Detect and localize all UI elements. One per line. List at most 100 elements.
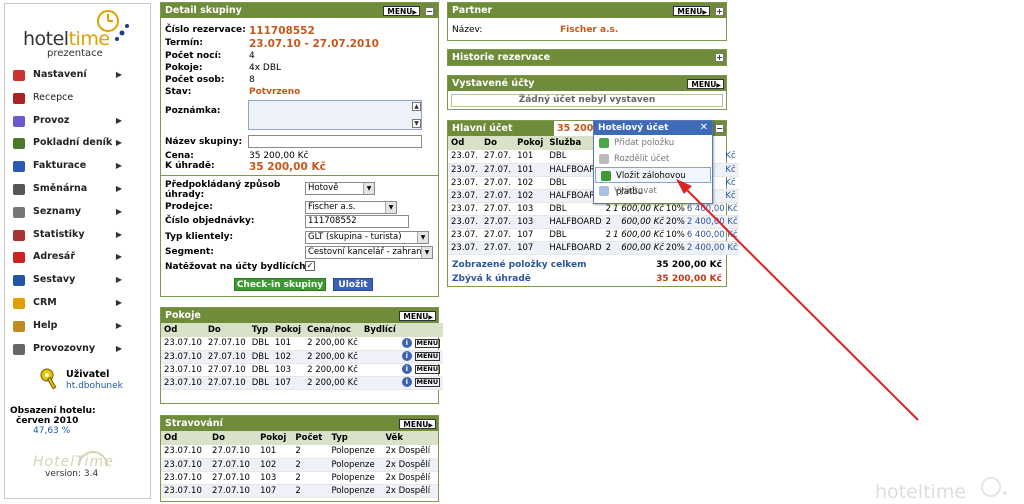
sidebar-item-4[interactable]: Fakturace ▶	[5, 155, 150, 178]
reception-icon	[13, 92, 25, 104]
table-row[interactable]: 23.07. 27.07. 103 HALFBOARD 2 600,00 Kč 20% 2 4…	[448, 215, 739, 229]
sidebar-item-8[interactable]: Adresář ▶	[5, 246, 150, 269]
order-input[interactable]: 111708552	[305, 215, 409, 228]
payment-select[interactable]: Hotově ▼	[305, 182, 375, 195]
rooms-header: Pokoje MENU▶	[161, 308, 438, 323]
column-header	[398, 323, 444, 337]
table-cell: 27.07.	[481, 176, 515, 190]
sidebar-item-6[interactable]: Seznamy ▶	[5, 201, 150, 224]
info-icon[interactable]: i	[401, 351, 412, 362]
scroll-up-icon[interactable]: ▲	[412, 102, 421, 111]
row-menu-button[interactable]: MENU	[414, 338, 441, 348]
partner-menu-button[interactable]: MENU▶	[673, 6, 710, 16]
row-menu-button[interactable]: MENU	[414, 364, 441, 374]
note-textarea[interactable]	[248, 100, 422, 130]
table-row[interactable]: 23.07.10 27.07.10 DBL 102 2 200,00 Kč i MENU	[161, 350, 444, 364]
detail-menu-button[interactable]: MENU▶	[383, 6, 420, 16]
sidebar-item-9[interactable]: Sestavy ▶	[5, 269, 150, 292]
table-cell: 2	[292, 471, 329, 485]
info-icon[interactable]: i	[401, 377, 412, 388]
rooms-menu-button[interactable]: MENU▶	[399, 311, 436, 321]
sidebar-item-label: Směnárna	[33, 182, 88, 194]
table-cell: 23.07.10	[161, 376, 205, 390]
popup-title: Hotelový účet	[598, 123, 669, 133]
partner-name[interactable]: Fischer a.s.	[560, 25, 618, 35]
sidebar-item-2[interactable]: Provoz ▶	[5, 110, 150, 133]
table-cell: 20%	[664, 241, 686, 255]
sidebar-item-7[interactable]: Statistiky ▶	[5, 224, 150, 247]
close-icon[interactable]: ✕	[700, 121, 708, 135]
popup-menu: Přidat položku Rozdělit účet Vložit záloho…	[594, 135, 712, 199]
column-header: Pokoj	[257, 431, 293, 445]
save-button[interactable]: Uložit	[333, 278, 373, 291]
panel-title: Detail skupiny	[165, 5, 242, 16]
expand-icon[interactable]: +	[715, 53, 724, 62]
sidebar: hoteltime prezentace Nastavení ▶ Recepce Pr…	[4, 3, 151, 499]
checkin-group-button[interactable]: Check-in skupiny	[234, 278, 326, 291]
seller-select[interactable]: Fischer a.s. ▼	[305, 201, 397, 214]
sidebar-item-12[interactable]: Provozovny ▶	[5, 338, 150, 361]
sidebar-item-0[interactable]: Nastavení ▶	[5, 64, 150, 87]
scroll-down-icon[interactable]: ▼	[412, 119, 421, 128]
table-row[interactable]: 23.07.10 27.07.10 DBL 103 2 200,00 Kč i MENU	[161, 363, 444, 377]
popup-item-2[interactable]: Vložit zálohovou platbu	[595, 167, 711, 197]
table-cell: 101	[257, 445, 293, 459]
row-menu-button[interactable]: MENU	[414, 351, 441, 361]
table-cell: 2x Dospělí	[382, 445, 438, 459]
table-row[interactable]: 23.07.10 27.07.10 107 2 Polopenze 2x Dospělí	[161, 484, 438, 498]
sidebar-item-5[interactable]: Směnárna ▶	[5, 178, 150, 201]
logo-text: hoteltime	[23, 28, 110, 50]
meals-menu-button[interactable]: MENU▶	[399, 419, 436, 429]
table-row[interactable]: 23.07. 27.07. 107 HALFBOARD 2 600,00 Kč 20% 2 4…	[448, 241, 739, 255]
occupancy-value[interactable]: 47,63 %	[10, 426, 96, 436]
panel-title: Vystavené účty	[452, 78, 535, 89]
group-name-input[interactable]	[248, 135, 422, 148]
collapse-icon[interactable]: −	[425, 6, 434, 16]
hoteltime-logo[interactable]: hoteltime prezentace	[21, 9, 136, 61]
column-header: Do	[209, 431, 258, 445]
charge-checkbox[interactable]: ✓	[305, 261, 315, 271]
sidebar-item-1[interactable]: Recepce	[5, 87, 150, 110]
table-cell: 27.07.	[481, 228, 515, 242]
row-actions: i MENU	[398, 337, 444, 351]
popup-item-label: Přidat položku	[614, 138, 675, 148]
row-menu-button[interactable]: MENU	[414, 377, 441, 387]
column-header: Bydlící	[360, 323, 399, 337]
sidebar-item-11[interactable]: Help ▶	[5, 315, 150, 338]
popup-item-1[interactable]: Rozdělit účet	[594, 151, 712, 167]
logo-subtitle: prezentace	[47, 48, 103, 59]
sidebar-item-label: Seznamy	[33, 205, 82, 217]
table-cell: 23.07.	[448, 176, 482, 190]
sidebar-item-3[interactable]: Pokladní deník ▶	[5, 132, 150, 155]
table-row[interactable]: 23.07.10 27.07.10 102 2 Polopenze 2x Dospělí	[161, 458, 438, 472]
collapse-icon[interactable]: −	[715, 124, 724, 133]
user-name[interactable]: ht.dbohunek	[66, 381, 123, 391]
table-cell: 600,00 Kč	[612, 241, 665, 255]
key-icon	[40, 368, 57, 390]
sidebar-item-label: Sestavy	[33, 274, 76, 286]
sidebar-item-10[interactable]: CRM ▶	[5, 292, 150, 315]
price-value: 35 200,00 Kč	[249, 151, 309, 161]
meals-header: Stravování MENU▶	[161, 416, 438, 431]
table-cell: 101	[271, 337, 305, 351]
popup-item-0[interactable]: Přidat položku	[594, 135, 712, 151]
popup-item-3[interactable]: Vyúčtovat	[594, 183, 712, 199]
crm-icon	[13, 297, 25, 309]
segment-select[interactable]: Cestovní kancelář - zahran. ▼	[305, 246, 433, 259]
sidebar-item-label: Fakturace	[33, 160, 87, 172]
table-row[interactable]: 23.07. 27.07. 107 DBL 2 1 600,00 Kč 10% 6 400,0…	[448, 228, 739, 242]
client-type-select[interactable]: GLT (skupina - turista) ▼	[305, 231, 429, 244]
table-row[interactable]: 23.07.10 27.07.10 101 2 Polopenze 2x Dospělí	[161, 445, 438, 459]
table-cell	[360, 376, 399, 390]
table-row[interactable]: 23.07.10 27.07.10 103 2 Polopenze 2x Dospělí	[161, 471, 438, 485]
table-cell: 27.07.10	[204, 376, 249, 390]
info-icon[interactable]: i	[401, 338, 412, 348]
user-box[interactable]: Uživatel ht.dbohunek	[39, 366, 149, 396]
expand-icon[interactable]: +	[715, 6, 724, 16]
table-row[interactable]: 23.07.10 27.07.10 DBL 107 2 200,00 Kč i MENU	[161, 376, 444, 390]
table-row[interactable]: 23.07.10 27.07.10 DBL 101 2 200,00 Kč i MENU	[161, 337, 444, 351]
table-cell: 107	[514, 241, 547, 255]
info-icon[interactable]: i	[401, 364, 412, 375]
accounts-menu-button[interactable]: MENU▶	[687, 79, 724, 89]
due-value: 35 200,00 Kč	[249, 161, 326, 173]
